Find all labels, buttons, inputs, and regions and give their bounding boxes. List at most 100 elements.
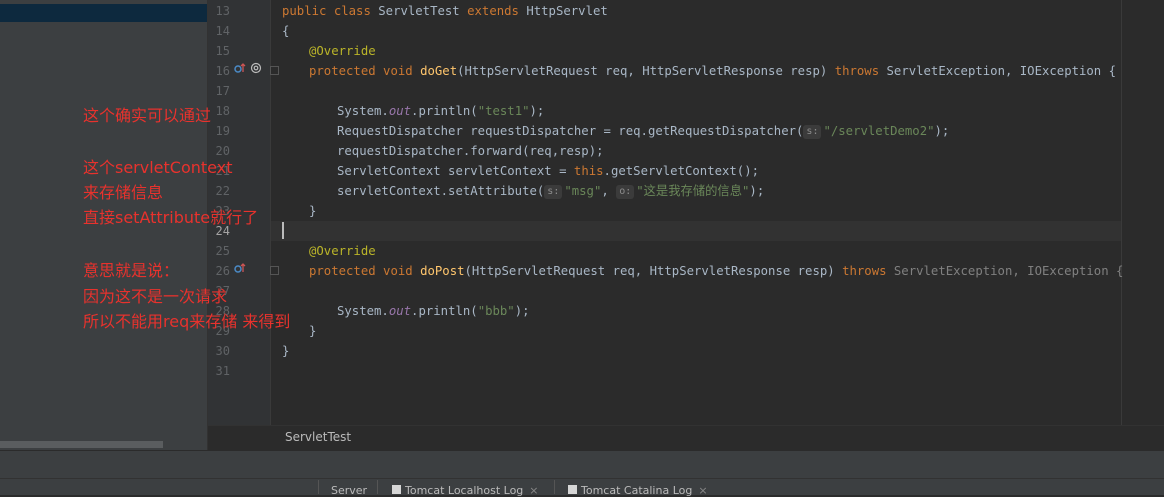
line-number: 19 bbox=[215, 124, 230, 138]
annotation-text: 所以不能用req来存储 来得到 bbox=[83, 312, 291, 331]
horizontal-scrollbar[interactable] bbox=[0, 441, 163, 448]
code-line-20[interactable]: requestDispatcher.forward(req,resp); bbox=[337, 141, 604, 161]
token-string: "这是我存储的信息" bbox=[636, 184, 750, 198]
token-method: doPost bbox=[420, 264, 465, 278]
token-text: System. bbox=[337, 304, 389, 318]
breadcrumb bbox=[208, 425, 1164, 451]
parameter-hint: o: bbox=[616, 185, 635, 199]
token-keyword: extends bbox=[467, 4, 519, 18]
token-text: , bbox=[601, 184, 617, 198]
line-number: 31 bbox=[215, 364, 230, 378]
code-line-30[interactable]: } bbox=[282, 341, 289, 361]
token-exceptions: ServletException, IOException { bbox=[879, 64, 1117, 78]
token-text: ServletContext servletContext = bbox=[337, 164, 574, 178]
line-number: 17 bbox=[215, 84, 230, 98]
code-line-13[interactable]: public class ServletTest extends HttpSer… bbox=[282, 1, 608, 21]
line-number: 16 bbox=[215, 64, 230, 78]
code-line-23[interactable]: } bbox=[309, 201, 316, 221]
token-exceptions: ServletException, IOException { bbox=[886, 264, 1124, 278]
token-type: HttpServlet bbox=[518, 4, 608, 18]
annotation-text: 这个确实可以通过 bbox=[83, 106, 212, 125]
tab-tomcat-localhost-log[interactable]: Tomcat Localhost Log × bbox=[392, 484, 539, 497]
override-icon[interactable] bbox=[234, 261, 246, 281]
divider bbox=[0, 478, 1164, 479]
token-keyword: void bbox=[383, 64, 413, 78]
token-text: ); bbox=[529, 104, 545, 118]
override-icon[interactable] bbox=[234, 61, 246, 81]
token-string: "test1" bbox=[477, 104, 530, 118]
log-file-icon bbox=[568, 485, 577, 494]
line-number: 13 bbox=[215, 4, 230, 18]
token-keyword: void bbox=[383, 264, 413, 278]
line-number: 14 bbox=[215, 24, 230, 38]
annotation-text: 意思就是说： bbox=[83, 261, 180, 280]
code-line-25[interactable]: @Override bbox=[309, 241, 376, 261]
fold-icon[interactable] bbox=[270, 66, 279, 75]
tab-tomcat-catalina-log[interactable]: Tomcat Catalina Log × bbox=[568, 484, 708, 497]
token-params: (HttpServletRequest req, HttpServletResp… bbox=[464, 264, 843, 278]
token-keyword: throws bbox=[842, 264, 887, 278]
code-line-16[interactable]: protected void doGet(HttpServletRequest … bbox=[309, 61, 1116, 81]
tab-separator bbox=[554, 480, 555, 494]
line-number: 30 bbox=[215, 344, 230, 358]
token-method: doGet bbox=[420, 64, 458, 78]
selected-tree-row[interactable] bbox=[0, 4, 207, 22]
code-line-19[interactable]: RequestDispatcher requestDispatcher = re… bbox=[337, 121, 949, 141]
log-file-icon bbox=[392, 485, 401, 494]
code-line-26[interactable]: protected void doPost(HttpServletRequest… bbox=[309, 261, 1123, 281]
token-text: System. bbox=[337, 104, 389, 118]
token-string: "bbb" bbox=[477, 304, 515, 318]
code-line-18[interactable]: System.out.println("test1"); bbox=[337, 101, 544, 121]
token-keyword: protected bbox=[309, 64, 376, 78]
token-text: ); bbox=[749, 184, 765, 198]
token-field: out bbox=[388, 104, 412, 118]
parameter-hint: s: bbox=[544, 185, 563, 199]
token-text: .println( bbox=[411, 304, 478, 318]
tab-separator bbox=[318, 480, 319, 494]
close-icon[interactable]: × bbox=[698, 484, 707, 497]
tab-label: Tomcat Catalina Log bbox=[581, 484, 693, 497]
code-line-29[interactable]: } bbox=[309, 321, 316, 341]
token-keyword: class bbox=[333, 4, 371, 18]
token-text: .getServletContext(); bbox=[603, 164, 760, 178]
code-line-15[interactable]: @Override bbox=[309, 41, 376, 61]
annotation-text: 这个servletContext bbox=[83, 158, 233, 177]
parameter-hint: s: bbox=[803, 125, 822, 139]
tab-server[interactable]: Server bbox=[331, 484, 367, 497]
token-string: "/servletDemo2" bbox=[823, 124, 935, 138]
token-text: ); bbox=[514, 304, 530, 318]
fold-icon[interactable] bbox=[270, 266, 279, 275]
right-margin-guide bbox=[1121, 0, 1122, 425]
code-line-14[interactable]: { bbox=[282, 21, 289, 41]
tab-label: Server bbox=[331, 484, 368, 497]
token-text: .println( bbox=[411, 104, 478, 118]
code-line-22[interactable]: servletContext.setAttribute(s: "msg", o: "… bbox=[337, 181, 764, 201]
text-caret bbox=[282, 222, 284, 239]
tab-label: Tomcat Localhost Log bbox=[405, 484, 524, 497]
line-number: 26 bbox=[215, 264, 230, 278]
token-class-name: ServletTest bbox=[370, 4, 468, 18]
code-line-28[interactable]: System.out.println("bbb"); bbox=[337, 301, 530, 321]
code-line-21[interactable]: ServletContext servletContext = this.get… bbox=[337, 161, 759, 181]
token-field: out bbox=[388, 304, 412, 318]
line-number: 25 bbox=[215, 244, 230, 258]
annotation-text: 因为这不是一次请求 bbox=[83, 287, 228, 306]
token-text: servletContext.setAttribute( bbox=[337, 184, 545, 198]
annotation-text: 直接setAttribute就行了 bbox=[83, 208, 259, 227]
current-line-highlight bbox=[271, 221, 1121, 241]
close-icon[interactable]: × bbox=[529, 484, 538, 497]
token-keyword: throws bbox=[834, 64, 880, 78]
token-keyword: protected bbox=[309, 264, 376, 278]
tab-separator bbox=[377, 480, 378, 494]
token-keyword: this bbox=[573, 164, 604, 178]
annotation-text: 来存储信息 bbox=[83, 183, 164, 202]
annotation-icon[interactable] bbox=[250, 61, 262, 81]
line-number: 15 bbox=[215, 44, 230, 58]
breadcrumb-item[interactable]: ServletTest bbox=[285, 430, 351, 444]
token-string: "msg" bbox=[564, 184, 602, 198]
